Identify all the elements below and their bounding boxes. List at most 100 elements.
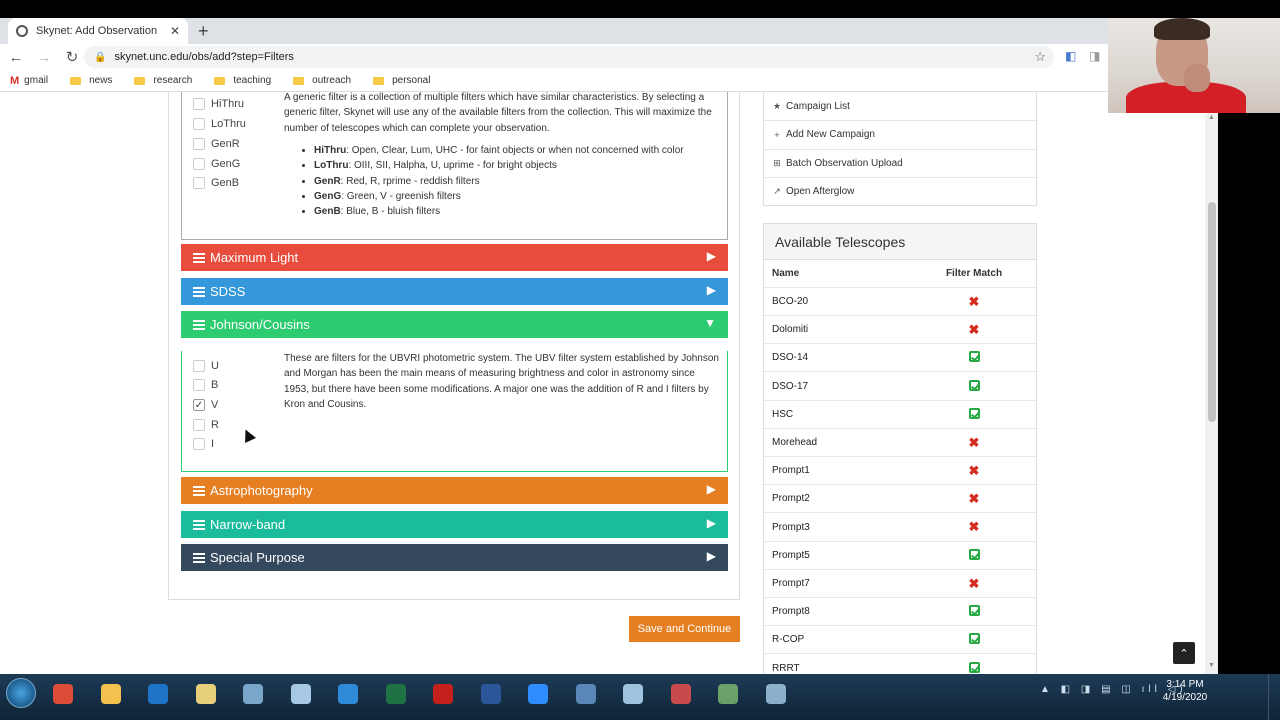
filter-option-b[interactable]: B	[193, 379, 218, 391]
reload-icon[interactable]: ↻	[60, 48, 84, 66]
show-desktop-button[interactable]	[1268, 674, 1280, 720]
table-row: Prompt3 ✖	[764, 514, 1036, 542]
new-tab-icon[interactable]: +	[198, 21, 209, 42]
scrollbar-thumb[interactable]	[1208, 202, 1216, 422]
checkbox[interactable]	[193, 158, 205, 170]
network-icon[interactable]	[756, 678, 796, 710]
start-button[interactable]	[6, 678, 36, 708]
accordion-maximum-light[interactable]: Maximum Light ▶	[181, 244, 728, 271]
check-square-icon	[968, 661, 980, 673]
folder-icon	[70, 76, 82, 85]
bookmark-research[interactable]: research	[134, 75, 192, 86]
scroll-up-icon[interactable]: ▲	[1208, 114, 1215, 121]
back-icon[interactable]: ←	[4, 49, 28, 66]
generic-filter-description: A generic filter is a collection of mult…	[284, 92, 712, 134]
snipping-icon[interactable]	[661, 678, 701, 710]
accordion-narrow-band[interactable]: Narrow-band ▶	[181, 511, 728, 538]
table-row: Dolomiti ✖	[764, 316, 1036, 345]
filter-option-lothru[interactable]: LoThru	[193, 118, 246, 130]
bookmark-outreach[interactable]: outreach	[293, 75, 351, 86]
notepad-icon[interactable]	[613, 678, 653, 710]
browser-tab[interactable]: Skynet: Add Observation ✕	[8, 18, 188, 44]
link-campaign-list[interactable]: ★ Campaign List	[764, 92, 1038, 120]
x-mark-icon: ✖	[968, 462, 980, 478]
chevron-right-icon: ▶	[706, 249, 716, 263]
filter-option-geng[interactable]: GenG	[193, 158, 240, 170]
filter-option-r[interactable]: R	[193, 419, 219, 431]
folder-icon[interactable]	[186, 678, 226, 710]
check-square-icon	[968, 379, 980, 391]
checkbox-checked[interactable]: ✓	[193, 399, 205, 411]
chrome-icon[interactable]	[43, 678, 83, 710]
page-content: HiThru LoThru GenR GenG GenB A generic f…	[0, 92, 1218, 674]
johnson-cousins-description: These are filters for the UBVRI photomet…	[284, 353, 719, 410]
table-row: RRRT	[764, 655, 1036, 674]
accordion-sdss[interactable]: SDSS ▶	[181, 278, 728, 305]
accordion-special-purpose[interactable]: Special Purpose ▶	[181, 544, 728, 571]
screenshot-icon[interactable]	[566, 678, 606, 710]
generic-filter-details: HiThru: Open, Clear, Lum, UHC - for fain…	[314, 143, 724, 219]
paint-icon[interactable]	[281, 678, 321, 710]
save-and-continue-button[interactable]: Save and Continue	[629, 616, 740, 642]
filter-option-genr[interactable]: GenR	[193, 138, 240, 150]
filter-option-u[interactable]: U	[193, 360, 219, 372]
bookmark-news[interactable]: news	[70, 75, 112, 86]
extension-icon[interactable]: ◧	[1065, 49, 1076, 63]
checkbox[interactable]	[193, 438, 205, 450]
tools-icon[interactable]	[708, 678, 748, 710]
link-open-afterglow[interactable]: ↗ Open Afterglow	[764, 177, 1038, 205]
bookmark-star-icon[interactable]: ☆	[1034, 49, 1046, 65]
bookmark-personal[interactable]: personal	[373, 75, 430, 86]
list-item: GenB: Blue, B - bluish filters	[314, 204, 724, 219]
panel-title: Available Telescopes	[764, 224, 1036, 260]
checkbox[interactable]	[193, 360, 205, 372]
check-square-icon	[968, 605, 980, 617]
checkbox[interactable]	[193, 379, 205, 391]
filter-option-hithru[interactable]: HiThru	[193, 98, 244, 110]
external-link-icon: ↗	[773, 186, 781, 196]
zoom-icon[interactable]	[518, 678, 558, 710]
x-mark-icon: ✖	[968, 490, 980, 506]
table-row: BCO-20 ✖	[764, 288, 1036, 316]
filter-option-i[interactable]: I	[193, 438, 214, 450]
filter-option-v[interactable]: ✓ V	[193, 399, 218, 411]
checkbox[interactable]	[193, 177, 205, 189]
checkbox[interactable]	[193, 419, 205, 431]
checkbox[interactable]	[193, 98, 205, 110]
check-square-icon	[968, 633, 980, 645]
table-row: Morehead ✖	[764, 429, 1036, 457]
table-row: Prompt7 ✖	[764, 570, 1036, 598]
close-tab-icon[interactable]: ✕	[170, 24, 180, 38]
bookmark-gmail[interactable]: Mgmail	[10, 75, 48, 87]
page-scrollbar[interactable]: ▲ ▼	[1205, 112, 1218, 674]
bookmark-teaching[interactable]: teaching	[214, 75, 271, 86]
filter-option-genb[interactable]: GenB	[193, 177, 239, 189]
lock-icon: 🔒	[94, 51, 107, 63]
forward-icon[interactable]: →	[32, 49, 56, 66]
file-explorer-icon[interactable]	[91, 678, 131, 710]
list-icon	[193, 319, 205, 330]
checkbox[interactable]	[193, 138, 205, 150]
check-square-icon	[968, 548, 980, 560]
scroll-down-icon[interactable]: ▼	[1208, 662, 1215, 669]
accordion-johnson-cousins[interactable]: Johnson/Cousins ▼	[181, 311, 728, 338]
extension-menu-icon[interactable]: ◨	[1089, 49, 1100, 63]
outlook-icon[interactable]	[138, 678, 178, 710]
link-batch-observation-upload[interactable]: ⊞ Batch Observation Upload	[764, 149, 1038, 177]
link-add-new-campaign[interactable]: + Add New Campaign	[764, 120, 1038, 148]
excel-icon[interactable]	[376, 678, 416, 710]
word-icon[interactable]	[471, 678, 511, 710]
address-bar[interactable]: 🔒 skynet.unc.edu/obs/add?step=Filters ☆	[84, 46, 1054, 68]
check-square-icon	[968, 351, 980, 363]
accordion-astrophotography[interactable]: Astrophotography ▶	[181, 477, 728, 504]
calculator-icon[interactable]	[233, 678, 273, 710]
ie-icon[interactable]	[328, 678, 368, 710]
list-item: GenR: Red, R, rprime - reddish filters	[314, 174, 724, 189]
taskbar-clock[interactable]: 3:14 PM 4/19/2020	[1155, 678, 1215, 704]
scroll-to-top-button[interactable]: ⌃	[1173, 642, 1195, 664]
acrobat-icon[interactable]	[423, 678, 463, 710]
checkbox[interactable]	[193, 118, 205, 130]
chevron-right-icon: ▶	[706, 482, 716, 496]
url-text: skynet.unc.edu/obs/add?step=Filters	[114, 51, 294, 63]
table-row: DSO-17	[764, 373, 1036, 401]
